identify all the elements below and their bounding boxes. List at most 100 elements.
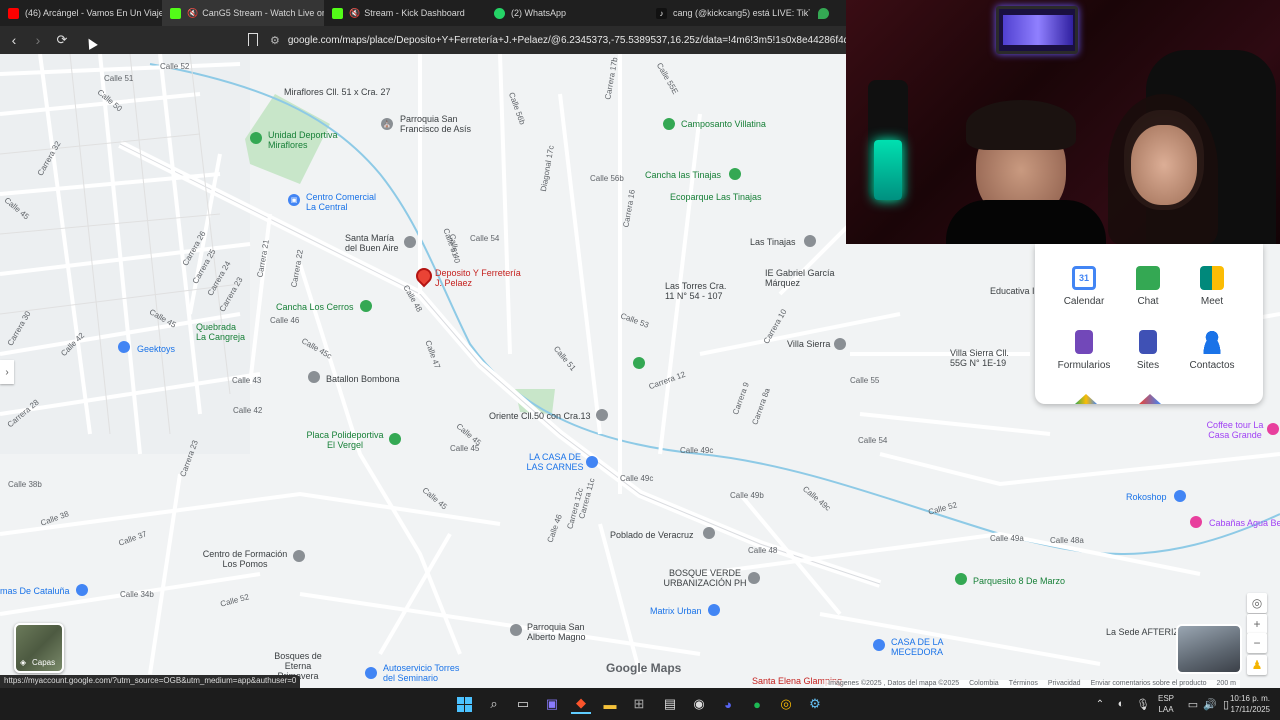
tab-tiktok[interactable]: ♪ cang (@kickcang5) está LIVE: TikTok... (648, 0, 810, 26)
place-label[interactable]: Las Tinajas (750, 237, 796, 247)
tab-kick-dashboard[interactable]: 🔇 Stream - Kick Dashboard (324, 0, 486, 26)
app-sites[interactable]: Sites (1113, 330, 1183, 371)
clock[interactable]: 10:16 p. m. 17/11/2025 (1226, 693, 1270, 715)
place-label[interactable]: BOSQUE VERDE URBANIZACIÓN PH (660, 568, 750, 588)
place-pin-icon[interactable] (293, 550, 305, 562)
place-label[interactable]: Villa Sierra (787, 339, 830, 349)
place-label[interactable]: Camposanto Villatina (681, 119, 766, 129)
place-pin-icon[interactable] (834, 338, 846, 350)
place-label[interactable]: Cabañas Agua Be (1209, 518, 1280, 528)
url-field[interactable]: ⚙ google.com/maps/place/Deposito+Y+Ferre… (270, 30, 846, 50)
place-pin-icon[interactable] (804, 235, 816, 247)
place-label[interactable]: Batallon Bombona (326, 374, 400, 384)
my-location-button[interactable]: ◎ (1247, 593, 1267, 613)
windows-start-icon[interactable] (454, 694, 474, 714)
place-label[interactable]: Las Torres Cra. 11 N° 54 - 107 (665, 281, 735, 301)
shopping-pin-icon[interactable] (76, 584, 88, 596)
ads-icon[interactable] (1139, 394, 1161, 404)
pegman-icon[interactable]: ♟ (1247, 655, 1267, 675)
place-pin-icon[interactable] (250, 132, 262, 144)
place-pin-icon[interactable] (389, 433, 401, 445)
place-label[interactable]: Cancha las Tinajas (645, 170, 721, 180)
place-pin-icon[interactable] (748, 572, 760, 584)
place-label[interactable]: Parroquia San Alberto Magno (527, 622, 597, 642)
tab-youtube[interactable]: (46) Arcángel - Vamos En Un Viaje | ... (0, 0, 162, 26)
zoom-in-button[interactable]: + (1247, 614, 1267, 634)
place-label[interactable]: Cancha Los Cerros (276, 302, 354, 312)
site-settings-icon[interactable]: ⚙ (270, 34, 280, 47)
place-pin-icon[interactable] (955, 573, 967, 585)
app-meet[interactable]: Meet (1177, 266, 1247, 307)
place-label[interactable]: LA CASA DE LAS CARNES (525, 452, 585, 472)
feedback-link[interactable]: Enviar comentarios sobre el producto (1091, 680, 1207, 688)
place-label[interactable]: CASA DE LA MECEDORA (891, 637, 951, 657)
place-label[interactable]: Villa Sierra Cll. 55G N° 1E-19 (950, 348, 1020, 368)
spotify-icon[interactable]: ● (747, 694, 767, 714)
place-label[interactable]: Poblado de Veracruz (610, 530, 694, 540)
muted-icon[interactable]: 🔇 (187, 8, 198, 19)
place-label[interactable]: IE Gabriel García Márquez (765, 268, 835, 288)
obs-icon[interactable]: ◉ (689, 694, 709, 714)
place-pin-icon[interactable] (703, 527, 715, 539)
app-calendar[interactable]: 31 Calendar (1049, 266, 1119, 307)
place-pin-icon[interactable] (729, 168, 741, 180)
place-label[interactable]: Centro Comercial La Central (306, 192, 386, 212)
selected-place-label[interactable]: Deposito Y Ferretería J. Pelaez (435, 268, 525, 288)
search-icon[interactable]: ⌕ (484, 694, 504, 714)
place-pin-icon[interactable] (510, 624, 522, 636)
muted-icon[interactable]: 🔇 (349, 8, 360, 19)
collapse-panel-button[interactable]: › (0, 360, 14, 384)
place-label[interactable]: Oriente Cll.50 con Cra.13 (489, 411, 591, 421)
task-view-icon[interactable]: ▭ (513, 694, 533, 714)
layers-button[interactable]: ◈ Capas (14, 623, 64, 673)
store-icon[interactable]: ⊞ (629, 694, 649, 714)
place-label[interactable]: Centro de Formación Los Pomos (200, 549, 290, 569)
place-label[interactable]: Educativa I (990, 286, 1035, 296)
place-label[interactable]: Quebrada La Cangreja (196, 322, 246, 342)
app-chat[interactable]: Chat (1113, 266, 1183, 307)
app-icon[interactable]: ▣ (542, 694, 562, 714)
back-button[interactable]: ‹ (4, 30, 24, 50)
app-forms[interactable]: Formularios (1049, 330, 1119, 371)
shopping-pin-icon[interactable] (1174, 490, 1186, 502)
place-pin-icon[interactable] (360, 300, 372, 312)
discord-icon[interactable]: ◕ (718, 694, 738, 714)
reload-button[interactable]: ⟳ (52, 30, 72, 50)
map-region-link[interactable]: Colombia (969, 680, 999, 688)
bookmark-icon[interactable] (248, 33, 258, 46)
app-contacts[interactable]: Contactos (1177, 330, 1247, 371)
shopping-pin-icon[interactable] (873, 639, 885, 651)
place-label[interactable]: Coffee tour La Casa Grande (1200, 420, 1270, 440)
place-label[interactable]: Miraflores Cll. 51 x Cra. 27 (284, 87, 391, 97)
forward-button[interactable]: › (28, 30, 48, 50)
chrome-icon[interactable]: ◎ (776, 694, 796, 714)
place-label[interactable]: Ecoparque Las Tinajas (670, 192, 762, 202)
place-label[interactable]: Autoservicio Torres del Seminario (383, 663, 473, 683)
place-pin-icon[interactable] (1267, 423, 1279, 435)
place-label[interactable]: Geektoys (137, 344, 175, 354)
place-pin-icon[interactable] (308, 371, 320, 383)
place-label[interactable]: mas De Cataluña (0, 586, 70, 596)
shopping-pin-icon[interactable]: ▣ (288, 194, 300, 206)
place-pin-icon[interactable] (633, 357, 645, 369)
privacy-link[interactable]: Privacidad (1048, 680, 1081, 688)
place-label[interactable]: Matrix Urban (650, 606, 702, 616)
shopping-pin-icon[interactable] (708, 604, 720, 616)
place-label[interactable]: Santa María del Buen Aire (345, 233, 405, 253)
place-label[interactable]: Unidad Deportiva Miraflores (268, 130, 346, 150)
microphone-icon[interactable]: 🎙 (1133, 694, 1153, 714)
transit-pin-icon[interactable] (596, 409, 608, 421)
place-pin-icon[interactable]: ⛪ (381, 118, 393, 130)
tab-google-maps[interactable] (810, 0, 840, 26)
place-pin-icon[interactable] (404, 236, 416, 248)
place-pin-icon[interactable] (1190, 516, 1202, 528)
file-explorer-icon[interactable]: ▬ (600, 694, 620, 714)
place-label[interactable]: La Sede AFTERIZ (1106, 627, 1179, 637)
shopping-pin-icon[interactable] (365, 667, 377, 679)
shopping-pin-icon[interactable] (118, 341, 130, 353)
food-pin-icon[interactable] (586, 456, 598, 468)
brave-browser-icon[interactable]: ◆ (571, 694, 591, 714)
drive-icon[interactable] (1075, 394, 1097, 404)
street-view-thumbnail[interactable] (1176, 624, 1242, 674)
language-indicator[interactable]: ESP LAA (1158, 693, 1174, 715)
